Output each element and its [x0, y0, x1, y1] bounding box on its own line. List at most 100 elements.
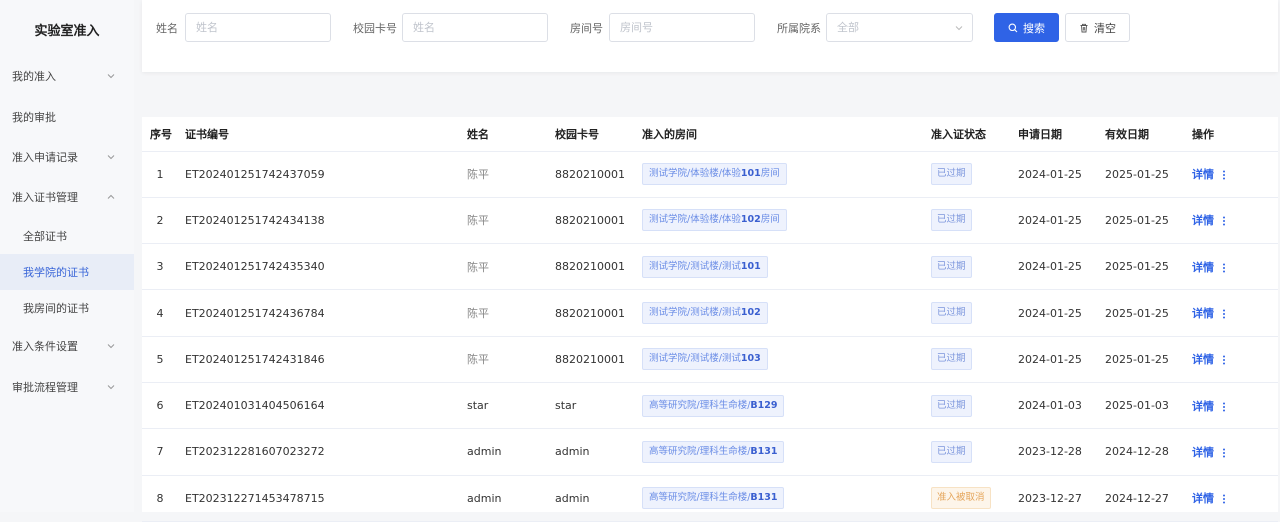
cert-number: ET202312281607023272	[178, 428, 467, 476]
room-number: 102	[740, 214, 761, 226]
valid-date: 2025-01-25	[1105, 151, 1192, 198]
room-number: B131	[750, 445, 778, 457]
room-path: 测试学院/测试楼/测试	[649, 307, 741, 319]
room-path: 测试学院/测试楼/测试	[649, 260, 741, 272]
cert-number: ET202401251742436784	[178, 289, 467, 337]
apply-date: 2024-01-25	[1018, 336, 1105, 383]
header-name: 姓名	[467, 117, 555, 152]
more-vertical-icon[interactable]	[1222, 355, 1226, 365]
table-row: 4 ET202401251742436784 陈平 8820210001 测试学院/测试…	[142, 289, 1278, 337]
sidebar-item-label: 准入条件设置	[12, 340, 78, 353]
header-valid-date: 有效日期	[1105, 117, 1192, 152]
valid-date: 2025-01-03	[1105, 382, 1192, 430]
sidebar-item-apply-records[interactable]: 准入申请记录	[0, 139, 134, 175]
more-vertical-icon[interactable]	[1222, 309, 1226, 319]
apply-date: 2024-01-25	[1018, 243, 1105, 291]
apply-date: 2024-01-25	[1018, 197, 1105, 245]
detail-link[interactable]: 详情	[1192, 492, 1214, 505]
detail-link[interactable]: 详情	[1192, 214, 1214, 227]
more-vertical-icon[interactable]	[1222, 494, 1226, 504]
detail-link[interactable]: 详情	[1192, 353, 1214, 366]
status-badge: 准入被取消	[931, 487, 991, 510]
sidebar-item-label: 全部证书	[23, 230, 67, 243]
room-tag: 测试学院/体验楼/体验101房间	[642, 163, 787, 186]
header-operation: 操作	[1192, 117, 1278, 152]
room-path: 测试学院/体验楼/体验	[649, 214, 741, 226]
dept-select-value: 全部	[837, 21, 859, 34]
more-vertical-icon[interactable]	[1222, 448, 1226, 458]
name-input[interactable]	[185, 13, 331, 42]
card-number: 8820210001	[555, 243, 642, 291]
person-name: admin	[467, 475, 555, 522]
detail-link[interactable]: 详情	[1192, 400, 1214, 413]
valid-date: 2025-01-25	[1105, 243, 1192, 291]
cert-number: ET202312271453478715	[178, 475, 467, 522]
sidebar-item-college-certs[interactable]: 我学院的证书	[0, 254, 134, 290]
room-number: 101	[740, 260, 761, 272]
room-suffix: 房间	[760, 214, 780, 226]
table-row: 5 ET202401251742431846 陈平 8820210001 测试学院/测试…	[142, 336, 1278, 383]
search-button[interactable]: 搜索	[994, 13, 1059, 42]
detail-link[interactable]: 详情	[1192, 446, 1214, 459]
room-path: 高等研究院/理科生命楼/	[649, 399, 751, 411]
person-name: 陈平	[467, 289, 555, 337]
room-tag: 高等研究院/理科生命楼/B131	[642, 487, 785, 510]
sidebar-item-cert-management[interactable]: 准入证书管理	[0, 179, 134, 215]
more-vertical-icon[interactable]	[1222, 216, 1226, 226]
search-button-label: 搜索	[1023, 21, 1045, 35]
person-name: 陈平	[467, 243, 555, 291]
person-name: 陈平	[467, 197, 555, 245]
header-status: 准入证状态	[931, 117, 1018, 152]
clear-button[interactable]: 清空	[1065, 13, 1130, 42]
chevron-down-icon	[107, 74, 115, 79]
dept-select[interactable]: 全部	[826, 13, 973, 42]
apply-date: 2024-01-25	[1018, 151, 1105, 198]
room-tag: 高等研究院/理科生命楼/B131	[642, 440, 785, 463]
row-index: 1	[142, 151, 178, 198]
room-label: 房间号	[570, 22, 603, 35]
sidebar-item-approval-flow[interactable]: 审批流程管理	[0, 369, 134, 405]
more-vertical-icon[interactable]	[1222, 402, 1226, 412]
filter-panel: 姓名 校园卡号 房间号 所属院系 全部 搜索 清空	[142, 0, 1278, 72]
row-index: 2	[142, 197, 178, 245]
header-index: 序号	[142, 117, 178, 152]
sidebar-item-label: 审批流程管理	[12, 381, 78, 394]
table-row: 1 ET202401251742437059 陈平 8820210001 测试学院/体验…	[142, 151, 1278, 198]
card-label: 校园卡号	[353, 22, 397, 35]
sidebar-item-all-certs[interactable]: 全部证书	[0, 218, 134, 254]
status-badge: 已过期	[931, 302, 972, 325]
app-title: 实验室准入	[34, 24, 100, 39]
more-vertical-icon[interactable]	[1222, 263, 1226, 273]
apply-date: 2024-01-03	[1018, 382, 1105, 430]
apply-date: 2023-12-28	[1018, 428, 1105, 476]
room-path: 测试学院/体验楼/体验	[649, 168, 741, 180]
sidebar-item-my-approval[interactable]: 我的审批	[0, 99, 134, 135]
more-vertical-icon[interactable]	[1222, 170, 1226, 180]
card-number: star	[555, 382, 642, 430]
chevron-up-icon	[107, 194, 115, 199]
card-number: admin	[555, 428, 642, 476]
room-input[interactable]	[609, 13, 755, 42]
name-label: 姓名	[156, 22, 178, 35]
room-number: B131	[750, 492, 778, 504]
cert-number: ET202401251742434138	[178, 197, 467, 245]
header-card-no: 校园卡号	[555, 117, 642, 152]
room-path: 测试学院/测试楼/测试	[649, 353, 741, 365]
status-badge: 已过期	[931, 163, 972, 186]
detail-link[interactable]: 详情	[1192, 307, 1214, 320]
room-suffix: 房间	[760, 168, 780, 180]
sidebar-item-my-access[interactable]: 我的准入	[0, 58, 134, 94]
status-badge: 已过期	[931, 348, 972, 371]
cert-number: ET202401251742435340	[178, 243, 467, 291]
valid-date: 2024-12-27	[1105, 475, 1192, 522]
detail-link[interactable]: 详情	[1192, 261, 1214, 274]
status-badge: 已过期	[931, 440, 972, 463]
sidebar-item-room-certs[interactable]: 我房间的证书	[0, 290, 134, 326]
room-number: B129	[750, 399, 778, 411]
sidebar-item-access-conditions[interactable]: 准入条件设置	[0, 328, 134, 364]
detail-link[interactable]: 详情	[1192, 168, 1214, 181]
room-tag: 测试学院/测试楼/测试101	[642, 255, 768, 278]
header-room: 准入的房间	[642, 117, 931, 152]
table-row: 3 ET202401251742435340 陈平 8820210001 测试学院/测试…	[142, 243, 1278, 291]
card-input[interactable]	[402, 13, 548, 42]
